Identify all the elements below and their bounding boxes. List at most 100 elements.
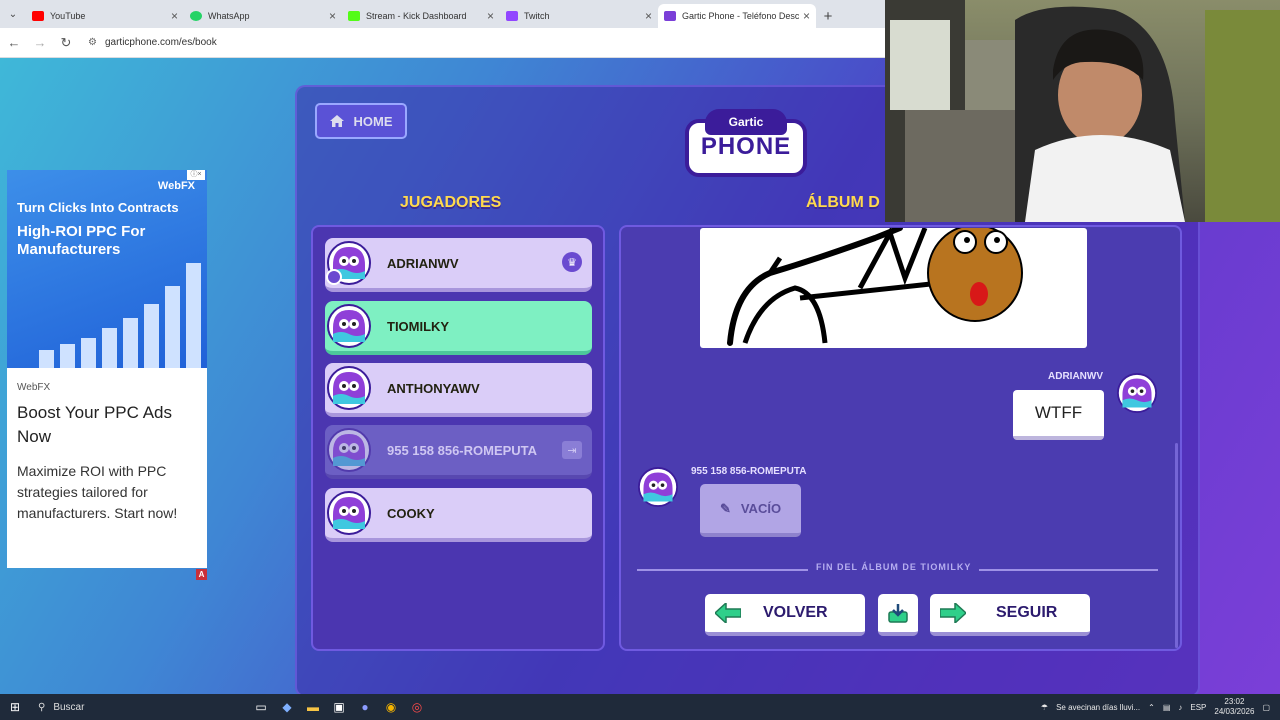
task-view-icon[interactable]: ▭ bbox=[250, 697, 272, 717]
taskbar-search[interactable]: ⚲ Buscar bbox=[30, 696, 180, 718]
volume-icon[interactable]: ♪ bbox=[1178, 703, 1182, 712]
new-tab-button[interactable]: + bbox=[816, 4, 840, 28]
back-arrow-icon[interactable]: ← bbox=[2, 31, 26, 55]
message-author: 955 158 856-ROMEPUTA bbox=[691, 466, 807, 477]
chrome-icon[interactable]: ◉ bbox=[380, 697, 402, 717]
tab-label: WhatsApp bbox=[208, 11, 250, 21]
system-tray: ☂ Se avecinan días lluvi... ⌃ ▤ ♪ ESP 23… bbox=[1041, 694, 1280, 720]
avatar bbox=[327, 366, 371, 410]
date: 24/03/2026 bbox=[1214, 707, 1255, 716]
ad-close-icon[interactable]: ⓘ× bbox=[187, 170, 205, 180]
back-label: VOLVER bbox=[763, 604, 828, 621]
tab-label: YouTube bbox=[50, 11, 86, 21]
ad-headline: Turn Clicks Into Contracts bbox=[17, 200, 179, 215]
empty-label: VACÍO bbox=[740, 501, 782, 516]
webcam-overlay bbox=[885, 0, 1280, 222]
windows-start-icon[interactable]: ⊞ bbox=[4, 697, 26, 717]
tab-search-menu[interactable]: ⌄ bbox=[0, 0, 26, 28]
album-title: ÁLBUM D bbox=[806, 194, 880, 211]
gartic-icon bbox=[664, 11, 676, 21]
file-explorer-icon[interactable]: ▬ bbox=[302, 697, 324, 717]
album-scrollbar[interactable] bbox=[1175, 443, 1178, 648]
player-item-cooky[interactable]: COOKY bbox=[325, 488, 592, 542]
discord-icon[interactable]: ● bbox=[354, 697, 376, 717]
close-icon[interactable]: × bbox=[487, 9, 494, 23]
gartic-phone-logo: Gartic PHONE bbox=[685, 105, 807, 179]
language-indicator[interactable]: ESP bbox=[1190, 703, 1206, 712]
pencil-icon: ✎ bbox=[719, 500, 731, 516]
avatar bbox=[327, 304, 371, 348]
album-end-label: FIN DEL ÁLBUM DE TIOMILKY bbox=[808, 562, 980, 572]
back-button[interactable]: VOLVER bbox=[705, 594, 865, 636]
player-name: ADRIANWV bbox=[387, 255, 459, 271]
next-button[interactable]: SEGUIR bbox=[930, 594, 1090, 636]
close-icon[interactable]: × bbox=[171, 9, 178, 23]
ad-description: Maximize ROI with PPC strategies tailore… bbox=[17, 463, 178, 521]
search-placeholder: Buscar bbox=[53, 701, 85, 713]
kick-icon bbox=[348, 11, 360, 21]
ad-brand: WebFX bbox=[17, 382, 51, 393]
avatar bbox=[327, 428, 371, 472]
site-info-icon[interactable]: ⚙ bbox=[88, 37, 97, 48]
ad-body[interactable]: WebFX Boost Your PPC Ads Now Maximize RO… bbox=[7, 368, 207, 538]
tab-youtube[interactable]: YouTube × bbox=[26, 4, 184, 28]
url-field[interactable]: ⚙ garticphone.com/es/book bbox=[88, 37, 217, 48]
close-icon[interactable]: × bbox=[645, 9, 652, 23]
home-button[interactable]: HOME bbox=[315, 103, 407, 139]
arrow-right-icon bbox=[940, 603, 966, 623]
tab-kick[interactable]: Stream - Kick Dashboard × bbox=[342, 4, 500, 28]
empty-message-bubble: ✎ VACÍO bbox=[700, 484, 801, 537]
youtube-icon bbox=[32, 11, 44, 21]
message-author: ADRIANWV bbox=[1048, 371, 1103, 382]
player-item-adrianwv[interactable]: ADRIANWV ♛ bbox=[325, 238, 592, 292]
arrow-left-icon bbox=[715, 603, 741, 623]
time: 23:02 bbox=[1224, 697, 1245, 706]
player-item-romeputa[interactable]: 955 158 856-ROMEPUTA ⇥ bbox=[325, 425, 592, 479]
host-badge-icon bbox=[326, 269, 342, 285]
ad-choices-icon[interactable]: A bbox=[196, 569, 207, 580]
avatar bbox=[327, 491, 371, 535]
ad-title[interactable]: Boost Your PPC Ads Now bbox=[17, 401, 197, 449]
search-icon: ⚲ bbox=[38, 701, 46, 713]
tab-label: Twitch bbox=[524, 11, 550, 21]
crown-icon: ♛ bbox=[562, 252, 582, 272]
chevron-up-icon[interactable]: ⌃ bbox=[1148, 703, 1155, 712]
tab-whatsapp[interactable]: WhatsApp × bbox=[184, 4, 342, 28]
exit-icon: ⇥ bbox=[562, 441, 582, 459]
tab-label: Stream - Kick Dashboard bbox=[366, 11, 467, 21]
download-icon bbox=[888, 604, 908, 623]
close-icon[interactable]: × bbox=[803, 9, 810, 23]
tab-label: Gartic Phone - Teléfono Descom bbox=[682, 11, 799, 21]
advertisement[interactable]: ⓘ× WebFX Turn Clicks Into Contracts High… bbox=[7, 170, 207, 568]
player-name: 955 158 856-ROMEPUTA bbox=[387, 442, 538, 458]
store-icon[interactable]: ▣ bbox=[328, 697, 350, 717]
close-icon[interactable]: × bbox=[329, 9, 336, 23]
weather-text[interactable]: Se avecinan días lluvi... bbox=[1056, 703, 1140, 712]
address-bar: ← → ↻ ⚙ garticphone.com/es/book bbox=[0, 28, 885, 58]
ad-subheadline: High-ROI PPC For Manufacturers bbox=[17, 223, 146, 258]
player-item-anthonyawv[interactable]: ANTHONYAWV bbox=[325, 363, 592, 417]
ad-brand-logo: WebFX bbox=[157, 180, 195, 192]
home-label: HOME bbox=[353, 113, 393, 129]
player-name: COOKY bbox=[387, 505, 435, 521]
network-icon[interactable]: ▤ bbox=[1163, 703, 1171, 712]
obs-icon[interactable]: ◎ bbox=[406, 697, 428, 717]
avatar bbox=[1117, 373, 1157, 413]
ad-banner[interactable]: ⓘ× WebFX Turn Clicks Into Contracts High… bbox=[7, 170, 207, 368]
player-name: ANTHONYAWV bbox=[387, 380, 480, 396]
notification-icon[interactable]: ▢ bbox=[1262, 703, 1270, 712]
ad-bar-graphic bbox=[39, 258, 207, 368]
tab-twitch[interactable]: Twitch × bbox=[500, 4, 658, 28]
weather-icon[interactable]: ☂ bbox=[1041, 703, 1048, 712]
logo-top-text: Gartic bbox=[705, 109, 787, 135]
tab-gartic-phone[interactable]: Gartic Phone - Teléfono Descom × bbox=[658, 4, 816, 28]
reload-icon[interactable]: ↻ bbox=[54, 31, 78, 55]
forward-arrow-icon[interactable]: → bbox=[28, 31, 52, 55]
download-button[interactable] bbox=[878, 594, 918, 636]
clock[interactable]: 23:02 24/03/2026 bbox=[1214, 697, 1254, 717]
players-title: JUGADORES bbox=[400, 194, 502, 211]
player-item-tiomilky[interactable]: TIOMILKY bbox=[325, 301, 592, 355]
logo-text: PHONE bbox=[700, 133, 792, 160]
whatsapp-icon bbox=[190, 11, 202, 21]
copilot-icon[interactable]: ◆ bbox=[276, 697, 298, 717]
